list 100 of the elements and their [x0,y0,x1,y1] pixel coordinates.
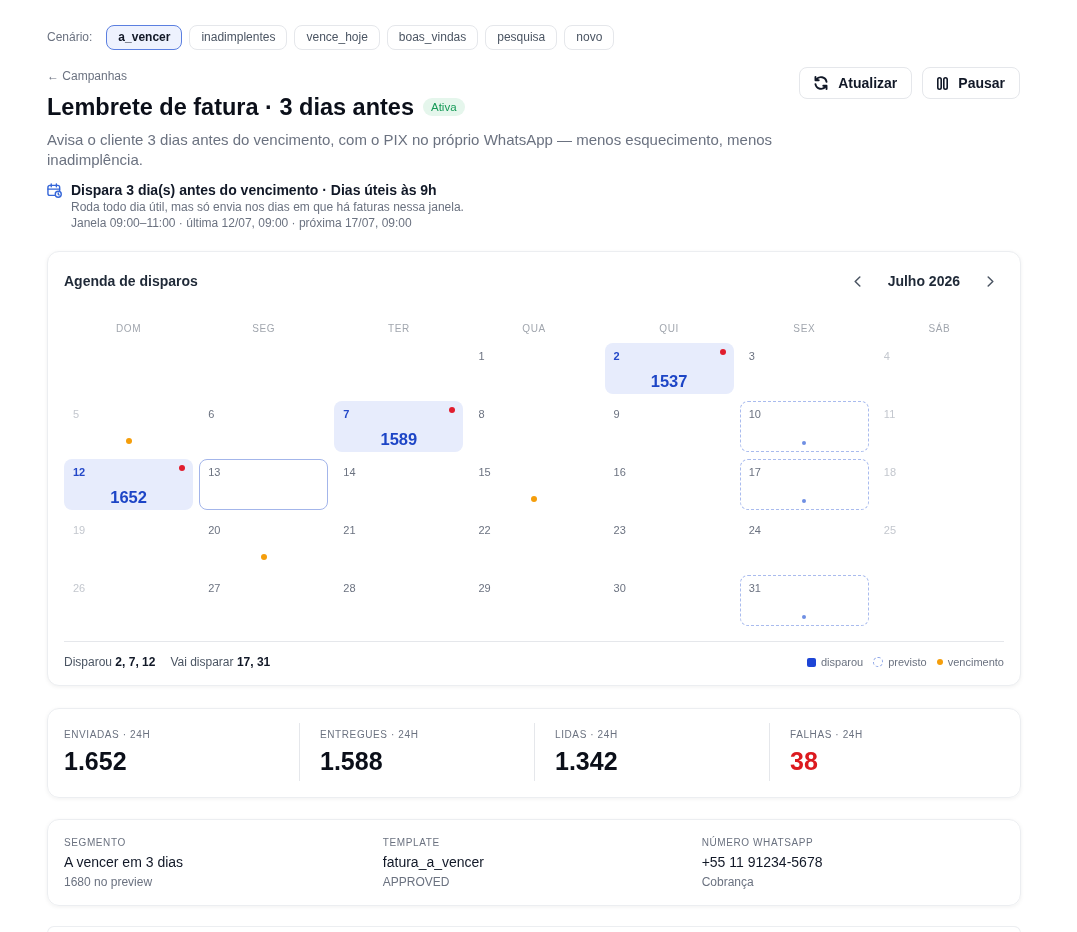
day-number: 31 [748,581,761,595]
fired-day-cell[interactable]: 12 1652 [64,459,194,510]
fired-summary: Disparou 2, 7, 12 [64,654,156,670]
due-dot-icon [936,659,943,665]
day-number: 26 [73,581,86,595]
planned-summary: Vai disparar 17, 31 [170,654,271,670]
campaign-description: Avisa o cliente 3 dias antes do vencimento, com o PIX no próprio WhatsApp — menos esquecimento, menos inadimplência. [47,130,774,170]
day-number: 16 [613,465,626,479]
pause-button[interactable]: Pausar [922,67,1020,99]
alert-dot-icon [719,349,726,355]
schedule-window: Janela 09:00–11:00 · última 12/07, 09:00 · próxima 17/07, 09:00 [71,215,412,231]
planned-day-cell[interactable]: 17 [739,459,869,510]
day-number: 9 [613,407,620,421]
weekday-label: SEG [252,323,276,335]
day-number: 13 [208,465,221,479]
scenario-option[interactable]: pesquisa [485,24,558,50]
weekday-label: SEX [793,323,816,335]
detail-label: TEMPLATE [382,837,440,849]
planned-dot-icon [802,441,807,445]
scenario-label: Cenário: [47,30,93,44]
schedule-summary: Dispara 3 dia(s) antes do vencimento · Dias úteis às 9h [71,181,437,199]
alert-dot-icon [179,465,186,471]
scenario-option[interactable]: boas_vindas [386,24,479,50]
today-cell[interactable]: 13 [199,459,329,510]
stat-label: ENVIADAS · 24H [64,729,151,741]
shot-count: 1537 [650,371,688,391]
day-number: 8 [478,407,485,421]
stat-label: ENTREGUES · 24H [320,729,419,741]
alert-dot-icon [449,407,456,413]
schedule-note: Roda todo dia útil, mas só envia nos dias em que há faturas nessa janela. [71,199,464,215]
day-number: 30 [613,581,626,595]
detail-value: fatura_a_vencer [382,853,484,871]
day-number: 21 [343,523,356,537]
detail-note: 1680 no preview [64,874,153,890]
planned-dot-icon [802,499,807,503]
planned-day-cell[interactable]: 10 [739,401,869,452]
scenario-option[interactable]: novo [564,24,615,50]
legend-label: previsto [888,655,927,669]
chevron-right-icon[interactable] [987,275,994,287]
day-number: 11 [883,407,896,421]
day-number: 12 [73,465,86,479]
weekday-label: TER [387,323,410,335]
stat-label: FALHAS · 24H [790,729,863,741]
calendar-clock-icon [47,183,62,198]
scenario-option[interactable]: vence_hoje [294,24,380,50]
campaign-status: Ativa [423,98,465,116]
calendar-title: Agenda de disparos [64,272,198,291]
pause-icon [937,76,949,90]
day-number: 18 [883,465,897,479]
weekday-label: SÁB [928,323,951,335]
detail-label: SEGMENTO [64,837,126,849]
weekday-label: DOM [116,323,142,335]
shot-count: 1589 [380,429,418,449]
month-label: Julho 2026 [887,272,960,291]
fired-day-cell[interactable]: 7 1589 [334,401,464,452]
stat-value: 1.342 [555,747,618,775]
legend-label: disparou [821,655,864,669]
day-number: 15 [478,465,491,479]
weekday-label: QUI [659,323,679,335]
day-number: 20 [208,523,221,537]
day-number: 25 [883,523,897,537]
planned-day-cell[interactable]: 31 [739,575,869,626]
scenario-option[interactable]: a_vencer [106,24,183,50]
refresh-button[interactable]: Atualizar [799,67,913,99]
detail-value: A vencer em 3 dias [64,853,184,871]
legend-label: vencimento [947,655,1004,669]
weekday-label: QUA [522,323,546,335]
day-number: 17 [748,465,761,479]
page-title: Lembrete de fatura · 3 dias antes [47,93,414,121]
stat-value: 1.652 [64,747,127,775]
fired-day-cell[interactable]: 2 1537 [604,343,734,394]
stat-value: 1.588 [320,747,383,775]
chevron-left-icon[interactable] [853,275,861,287]
day-number: 27 [208,581,221,595]
detail-value: +55 11 91234-5678 [701,853,823,871]
detail-label: NÚMERO WHATSAPP [701,837,814,849]
day-number: 6 [208,407,215,421]
back-link[interactable]: ← Campanhas [47,68,128,84]
day-number: 24 [748,523,761,537]
refresh-icon [814,76,829,90]
detail-note: APPROVED [382,874,450,890]
shot-count: 1652 [110,487,147,507]
day-number: 2 [613,349,620,363]
day-number: 3 [748,349,755,363]
scenario-option[interactable]: inadimplentes [189,24,288,50]
day-number: 23 [613,523,626,537]
day-number: 1 [478,349,485,363]
detail-note: Cobrança [701,874,754,890]
day-number: 28 [343,581,356,595]
day-number: 7 [343,407,350,421]
planned-dot-icon [802,615,807,619]
stat-label: LIDAS · 24H [555,729,618,741]
day-number: 29 [478,581,491,595]
day-number: 5 [73,407,80,421]
day-number: 19 [73,523,86,537]
fired-swatch-icon [807,657,816,667]
day-number: 4 [883,349,890,363]
day-number: 10 [748,407,761,421]
day-number: 22 [478,523,491,537]
day-number: 14 [343,465,356,479]
